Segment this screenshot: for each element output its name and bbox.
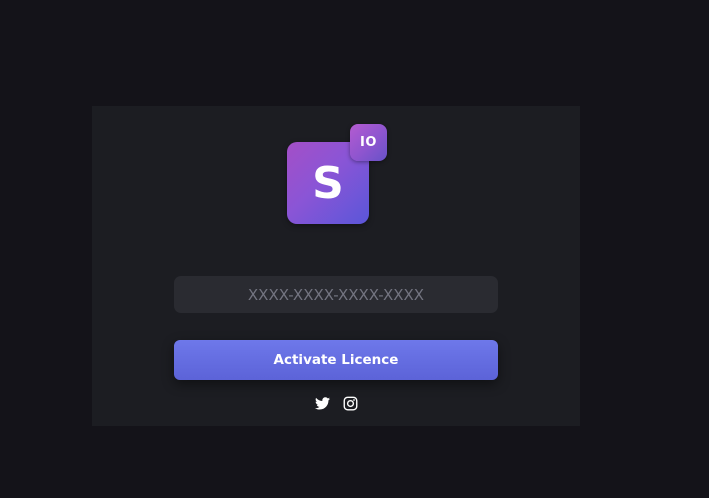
activate-licence-button[interactable]: Activate Licence — [174, 340, 498, 380]
twitter-link[interactable] — [314, 395, 330, 411]
logo-letter: S — [312, 157, 344, 209]
instagram-icon — [343, 396, 357, 410]
twitter-icon — [314, 396, 330, 409]
logo-badge: IO — [350, 124, 387, 161]
page: S IO Activate Licence — [0, 0, 709, 498]
instagram-link[interactable] — [342, 395, 358, 411]
social-links — [314, 394, 358, 412]
logo-badge-text: IO — [360, 135, 377, 150]
licence-key-input[interactable] — [174, 276, 498, 313]
app-logo: S IO — [287, 124, 389, 226]
activation-card: S IO Activate Licence — [92, 106, 580, 426]
